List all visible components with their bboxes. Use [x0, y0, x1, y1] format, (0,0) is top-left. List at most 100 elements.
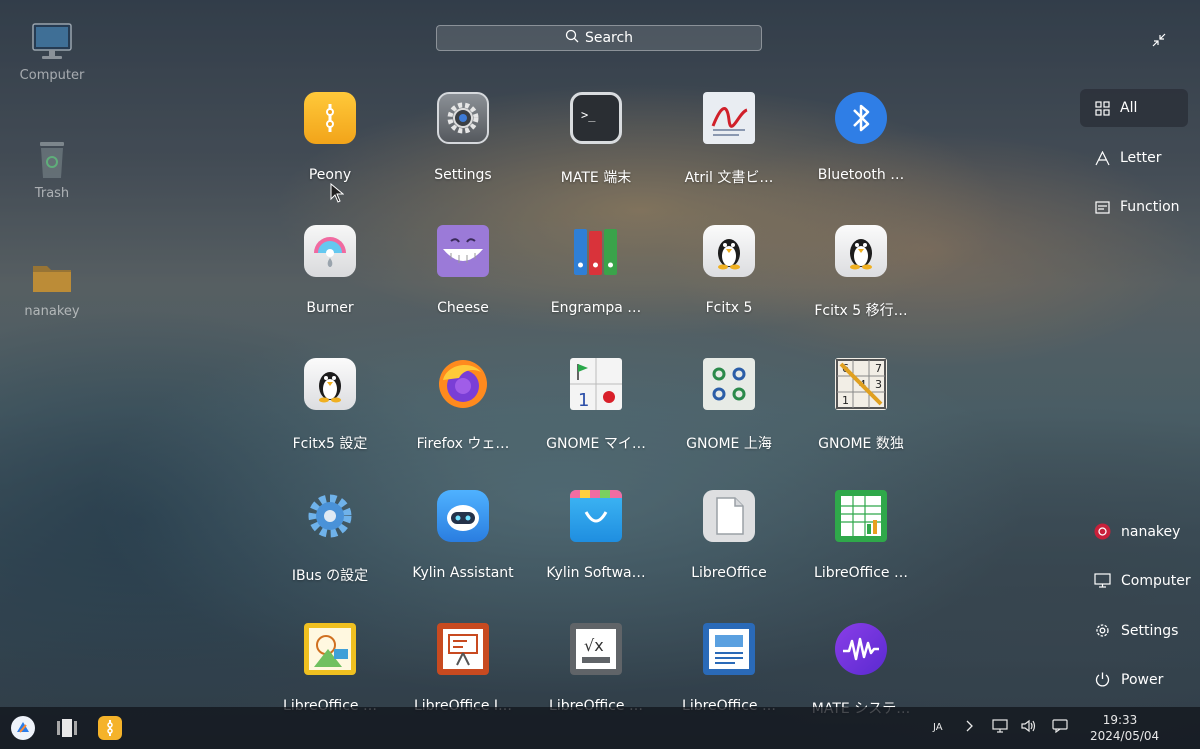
collapse-window-icon[interactable] — [1152, 32, 1166, 47]
settings-label: Settings — [1121, 622, 1179, 639]
tray-expand-arrow-icon[interactable] — [964, 719, 974, 736]
app-mate-terminal[interactable]: >_ MATE 端末 — [530, 92, 662, 187]
app-name: Cheese — [437, 300, 489, 316]
user-account-item[interactable]: nanakey — [1094, 523, 1180, 540]
app-name: Bluetooth … — [817, 167, 905, 183]
computer-icon — [30, 22, 74, 62]
app-fcitx5[interactable]: Fcitx 5 — [663, 225, 795, 316]
libreoffice-draw-icon — [304, 623, 356, 675]
libreoffice-writer-icon — [703, 623, 755, 675]
app-gnome-sudoku[interactable]: 67431 GNOME 数独 — [795, 358, 927, 453]
burner-disc-icon — [304, 225, 356, 277]
category-label: Function — [1120, 199, 1180, 215]
input-method-indicator[interactable]: JA — [933, 722, 943, 733]
category-all[interactable]: All — [1080, 89, 1188, 127]
multitask-view-icon[interactable] — [54, 715, 80, 741]
computer-item[interactable]: Computer — [1094, 572, 1191, 589]
app-firefox[interactable]: Firefox ウェ… — [397, 358, 529, 453]
taskbar-clock[interactable]: 19:33 2024/05/04 — [1090, 712, 1160, 744]
fcitx-config-penguin-icon — [304, 358, 356, 410]
monitor-icon — [1094, 572, 1111, 589]
app-libreoffice-draw[interactable]: LibreOffice … — [264, 623, 396, 714]
app-name: Kylin Assistant — [412, 565, 514, 581]
engrampa-archive-icon — [570, 225, 622, 277]
mouse-cursor-icon — [330, 182, 345, 203]
app-name: LibreOffice … — [814, 565, 908, 581]
svg-text:√x: √x — [584, 636, 604, 655]
power-icon — [1094, 671, 1111, 688]
app-libreoffice-math[interactable]: √x LibreOffice … — [530, 623, 662, 714]
volume-icon[interactable] — [1021, 719, 1037, 736]
terminal-icon: >_ — [570, 92, 622, 144]
app-ibus-settings[interactable]: IBus の設定 — [264, 490, 396, 585]
firefox-icon — [437, 358, 489, 410]
app-fcitx5-migrator[interactable]: Fcitx 5 移行… — [795, 225, 927, 320]
bluetooth-icon — [835, 92, 887, 144]
function-list-icon — [1094, 199, 1110, 215]
settings-item[interactable]: Settings — [1094, 622, 1178, 639]
libreoffice-impress-icon — [437, 623, 489, 675]
app-atril[interactable]: Atril 文書ビ… — [663, 92, 795, 187]
clock-time: 19:33 — [1102, 713, 1138, 727]
app-kylin-software-center[interactable]: Kylin Softwa… — [530, 490, 662, 581]
search-icon — [565, 29, 579, 47]
desktop-icon-label: Computer — [19, 68, 85, 83]
app-gnome-mines[interactable]: 1 GNOME マイ… — [530, 358, 662, 453]
kylin-software-store-icon — [570, 490, 622, 542]
atril-document-viewer-icon — [703, 92, 755, 144]
clock-date: 2024/05/04 — [1090, 729, 1160, 743]
mate-system-monitor-icon — [835, 623, 887, 675]
category-label: All — [1120, 100, 1138, 116]
svg-text:3: 3 — [875, 378, 882, 391]
category-label: Letter — [1120, 150, 1162, 166]
computer-label: Computer — [1121, 572, 1191, 589]
app-name: Engrampa … — [550, 300, 642, 316]
app-name: Atril 文書ビ… — [684, 170, 774, 186]
app-name: Kylin Softwa… — [546, 565, 646, 581]
app-cheese[interactable]: Cheese — [397, 225, 529, 316]
app-libreoffice[interactable]: LibreOffice — [663, 490, 795, 581]
category-letter[interactable]: Letter — [1080, 139, 1188, 177]
app-settings[interactable]: Settings — [397, 92, 529, 183]
libreoffice-math-icon: √x — [570, 623, 622, 675]
app-name: Peony — [308, 167, 352, 183]
ibus-gear-icon — [304, 490, 356, 542]
category-function[interactable]: Function — [1080, 188, 1188, 226]
app-name: GNOME マイ… — [546, 436, 646, 452]
app-gnome-mahjongg[interactable]: GNOME 上海 — [663, 358, 795, 453]
desktop-icon-home-folder[interactable]: nanakey — [12, 258, 92, 319]
app-libreoffice-writer[interactable]: LibreOffice … — [663, 623, 795, 714]
app-libreoffice-calc[interactable]: LibreOffice … — [795, 490, 927, 581]
app-libreoffice-impress[interactable]: LibreOffice I… — [397, 623, 529, 714]
letter-a-icon — [1094, 150, 1110, 166]
app-mate-system-monitor[interactable]: MATE システ… — [795, 623, 927, 718]
libreoffice-calc-icon — [835, 490, 887, 542]
app-name: MATE 端末 — [560, 170, 632, 186]
cheese-icon — [437, 225, 489, 277]
app-name: LibreOffice — [691, 565, 767, 581]
svg-text:1: 1 — [578, 390, 589, 410]
app-burner[interactable]: Burner — [264, 225, 396, 316]
search-placeholder: Search — [584, 30, 634, 46]
app-kylin-assistant[interactable]: Kylin Assistant — [397, 490, 529, 581]
desktop-icon-trash[interactable]: Trash — [12, 140, 92, 201]
start-menu-button[interactable] — [10, 715, 36, 741]
gnome-mahjongg-icon — [703, 358, 755, 410]
network-icon[interactable] — [992, 719, 1008, 736]
app-name: Fcitx 5 — [705, 300, 753, 316]
app-bluetooth[interactable]: Bluetooth … — [795, 92, 927, 183]
user-name: nanakey — [1121, 523, 1181, 540]
desktop-icon-computer[interactable]: Computer — [12, 22, 92, 83]
power-label: Power — [1121, 671, 1164, 688]
app-name: Fcitx5 設定 — [292, 436, 368, 452]
gnome-mines-icon: 1 — [570, 358, 622, 410]
app-engrampa[interactable]: Engrampa … — [530, 225, 662, 316]
app-fcitx5-config[interactable]: Fcitx5 設定 — [264, 358, 396, 453]
app-peony[interactable]: Peony — [264, 92, 396, 183]
taskbar-peony-icon[interactable] — [97, 715, 123, 741]
app-name: GNOME 上海 — [686, 436, 772, 452]
search-bar[interactable]: Search — [436, 25, 762, 51]
power-item[interactable]: Power — [1094, 671, 1163, 688]
notification-center-icon[interactable] — [1052, 719, 1068, 736]
settings-icon — [1094, 622, 1111, 639]
